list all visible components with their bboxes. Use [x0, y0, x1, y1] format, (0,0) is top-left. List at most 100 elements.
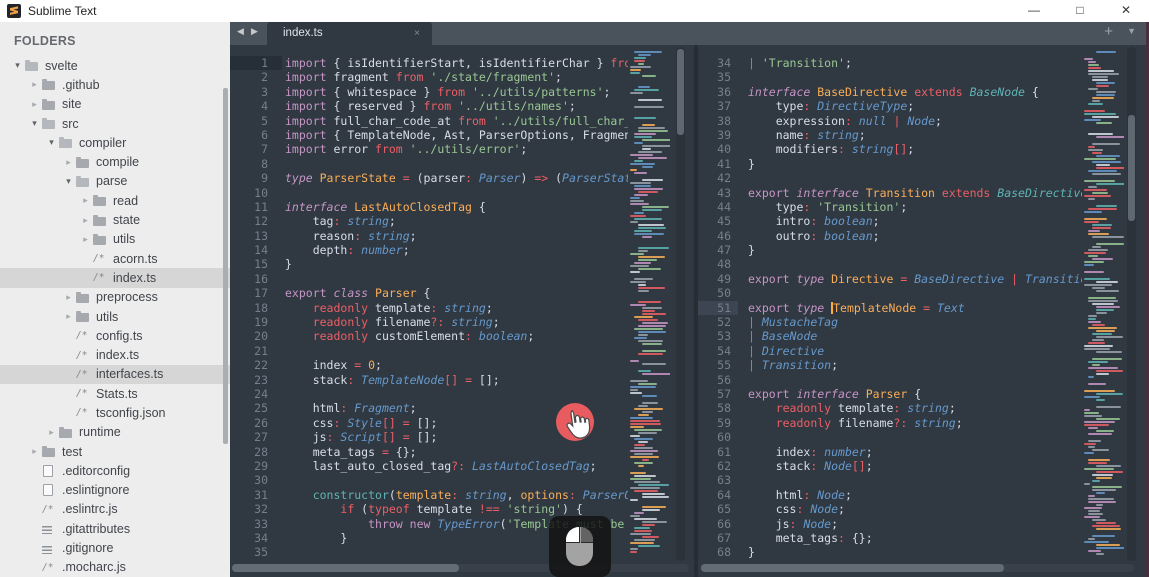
- tree-item--mocharc-js[interactable]: /*.mocharc.js: [0, 558, 230, 577]
- chevron-right-icon[interactable]: ▸: [61, 157, 76, 168]
- chevron-down-icon[interactable]: ▾: [61, 176, 76, 187]
- tree-item-tsconfig-json[interactable]: /*tsconfig.json: [0, 403, 230, 422]
- tree-item-preprocess[interactable]: ▸preprocess: [0, 288, 230, 307]
- code-line[interactable]: [748, 257, 1082, 271]
- code-line[interactable]: [285, 272, 628, 286]
- code-line[interactable]: [748, 473, 1082, 487]
- code-line[interactable]: readonly template: string;: [285, 301, 628, 315]
- code-line[interactable]: css: Node;: [748, 502, 1082, 516]
- code-line[interactable]: meta_tags: {};: [748, 531, 1082, 545]
- code-line[interactable]: }: [748, 243, 1082, 257]
- tree-item--editorconfig[interactable]: .editorconfig: [0, 461, 230, 480]
- code-line[interactable]: [748, 171, 1082, 185]
- chevron-down-icon[interactable]: ▾: [44, 137, 59, 148]
- code-line[interactable]: [285, 473, 628, 487]
- tree-item--eslintrc-js[interactable]: /*.eslintrc.js: [0, 500, 230, 519]
- code-line[interactable]: }: [285, 257, 628, 271]
- code-area[interactable]: | 'Transition';interface BaseDirective e…: [748, 56, 1082, 560]
- code-line[interactable]: import { isIdentifierStart, isIdentifier…: [285, 56, 628, 70]
- chevron-right-icon[interactable]: ▸: [27, 99, 42, 110]
- code-line[interactable]: import fragment from './state/fragment';: [285, 70, 628, 84]
- chevron-right-icon[interactable]: ▸: [78, 234, 93, 245]
- tree-item-utils[interactable]: ▸utils: [0, 230, 230, 249]
- code-line[interactable]: export type TemplateNode = Text: [748, 301, 1082, 315]
- maximize-button[interactable]: □: [1057, 0, 1103, 22]
- code-line[interactable]: last_auto_closed_tag?: LastAutoClosedTag…: [285, 459, 628, 473]
- code-line[interactable]: outro: boolean;: [748, 229, 1082, 243]
- chevron-right-icon[interactable]: ▸: [27, 79, 42, 90]
- tab-index-ts[interactable]: index.ts ×: [267, 22, 432, 45]
- code-line[interactable]: | MustacheTag: [748, 315, 1082, 329]
- tree-item-svelte[interactable]: ▾svelte: [0, 56, 230, 75]
- close-button[interactable]: ✕: [1103, 0, 1149, 22]
- tab-nav-forward-button[interactable]: ▶: [251, 26, 258, 37]
- code-line[interactable]: modifiers: string[];: [748, 142, 1082, 156]
- tree-item--gitattributes[interactable]: .gitattributes: [0, 519, 230, 538]
- tree-item-interfaces-ts[interactable]: /*interfaces.ts: [0, 365, 230, 384]
- tree-item-state[interactable]: ▸state: [0, 210, 230, 229]
- code-line[interactable]: reason: string;: [285, 229, 628, 243]
- tree-item-index-ts[interactable]: /*index.ts: [0, 345, 230, 364]
- tree-item-compiler[interactable]: ▾compiler: [0, 133, 230, 152]
- code-line[interactable]: import { TemplateNode, Ast, ParserOption…: [285, 128, 628, 142]
- code-line[interactable]: export interface Parser {: [748, 387, 1082, 401]
- tree-item-site[interactable]: ▸site: [0, 95, 230, 114]
- tree-item--gitignore[interactable]: .gitignore: [0, 538, 230, 557]
- tree-item-runtime[interactable]: ▸runtime: [0, 423, 230, 442]
- code-line[interactable]: | BaseNode: [748, 329, 1082, 343]
- code-line[interactable]: depth: number;: [285, 243, 628, 257]
- vertical-scrollbar-thumb[interactable]: [1128, 115, 1135, 221]
- code-line[interactable]: readonly template: string;: [748, 401, 1082, 415]
- code-line[interactable]: export interface Transition extends Base…: [748, 186, 1082, 200]
- tree-item--github[interactable]: ▸.github: [0, 75, 230, 94]
- code-line[interactable]: expression: null | Node;: [748, 114, 1082, 128]
- code-line[interactable]: [285, 157, 628, 171]
- chevron-right-icon[interactable]: ▸: [78, 195, 93, 206]
- code-line[interactable]: tag: string;: [285, 214, 628, 228]
- code-line[interactable]: [285, 387, 628, 401]
- code-line[interactable]: [285, 344, 628, 358]
- code-line[interactable]: js: Node;: [748, 517, 1082, 531]
- minimize-button[interactable]: —: [1011, 0, 1057, 22]
- tab-overflow-button[interactable]: ▼: [1127, 26, 1136, 36]
- code-line[interactable]: intro: boolean;: [748, 214, 1082, 228]
- code-line[interactable]: html: Node;: [748, 488, 1082, 502]
- tree-item-src[interactable]: ▾src: [0, 114, 230, 133]
- tree-item-compile[interactable]: ▸compile: [0, 152, 230, 171]
- chevron-down-icon[interactable]: ▾: [10, 60, 25, 71]
- code-line[interactable]: constructor(template: string, options: P…: [285, 488, 628, 502]
- tree-item--eslintignore[interactable]: .eslintignore: [0, 481, 230, 500]
- code-line[interactable]: }: [748, 157, 1082, 171]
- horizontal-scrollbar-thumb[interactable]: [232, 564, 459, 572]
- code-line[interactable]: export class Parser {: [285, 286, 628, 300]
- tree-item-index-ts[interactable]: /*index.ts: [0, 268, 230, 287]
- code-line[interactable]: type ParserState = (parser: Parser) => (…: [285, 171, 628, 185]
- chevron-right-icon[interactable]: ▸: [61, 292, 76, 303]
- code-line[interactable]: import { reserved } from '../utils/names…: [285, 99, 628, 113]
- code-line[interactable]: stack: TemplateNode[] = [];: [285, 373, 628, 387]
- tab-nav-back-button[interactable]: ◀: [237, 26, 244, 37]
- chevron-right-icon[interactable]: ▸: [27, 446, 42, 457]
- code-line[interactable]: type: 'Transition';: [748, 200, 1082, 214]
- code-line[interactable]: import error from '../utils/error';: [285, 142, 628, 156]
- tab-close-icon[interactable]: ×: [414, 22, 420, 45]
- code-line[interactable]: interface LastAutoClosedTag {: [285, 200, 628, 214]
- code-line[interactable]: readonly customElement: boolean;: [285, 329, 628, 343]
- code-line[interactable]: [748, 430, 1082, 444]
- vertical-scrollbar-thumb[interactable]: [677, 49, 684, 135]
- code-line[interactable]: }: [748, 545, 1082, 559]
- chevron-right-icon[interactable]: ▸: [78, 215, 93, 226]
- code-line[interactable]: [285, 186, 628, 200]
- tree-item-utils[interactable]: ▸utils: [0, 307, 230, 326]
- tree-item-acorn-ts[interactable]: /*acorn.ts: [0, 249, 230, 268]
- new-tab-button[interactable]: +: [1104, 23, 1113, 40]
- code-line[interactable]: if (typeof template !== 'string') {: [285, 502, 628, 516]
- code-line[interactable]: | 'Transition';: [748, 56, 1082, 70]
- code-line[interactable]: import { whitespace } from '../utils/pat…: [285, 85, 628, 99]
- code-line[interactable]: [748, 70, 1082, 84]
- code-line[interactable]: import full_char_code_at from '../utils/…: [285, 114, 628, 128]
- tree-item-read[interactable]: ▸read: [0, 191, 230, 210]
- code-line[interactable]: type: DirectiveType;: [748, 99, 1082, 113]
- minimap[interactable]: [1082, 49, 1124, 561]
- code-line[interactable]: [748, 373, 1082, 387]
